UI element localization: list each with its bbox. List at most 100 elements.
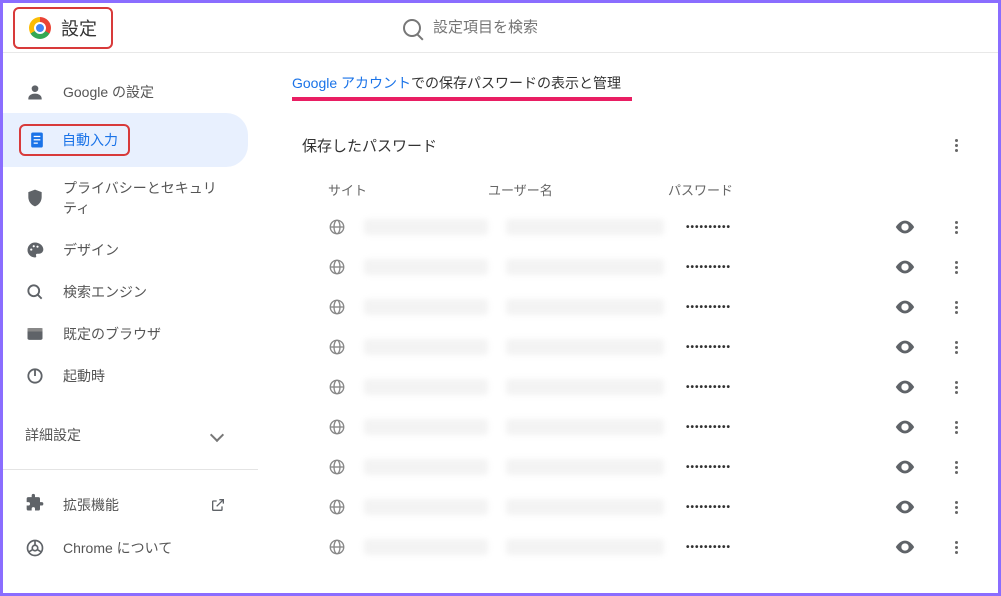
sidebar-divider bbox=[3, 469, 258, 470]
password-cell: •••••••••• bbox=[686, 462, 794, 473]
search-box[interactable] bbox=[403, 19, 988, 37]
user-cell bbox=[506, 259, 664, 275]
section-title: 保存したパスワード bbox=[302, 135, 437, 156]
search-input[interactable] bbox=[433, 19, 833, 36]
password-row[interactable]: •••••••••• bbox=[292, 407, 974, 447]
site-cell bbox=[364, 379, 488, 395]
sidebar-item-label: デザイン bbox=[63, 240, 119, 260]
password-row[interactable]: •••••••••• bbox=[292, 327, 974, 367]
power-icon bbox=[25, 366, 45, 386]
password-cell: •••••••••• bbox=[686, 502, 794, 513]
row-more-button[interactable] bbox=[948, 419, 964, 435]
sidebar-item-label: Google の設定 bbox=[63, 82, 154, 102]
site-cell bbox=[364, 259, 488, 275]
chevron-down-icon bbox=[210, 428, 224, 442]
sidebar-item-label: 起動時 bbox=[63, 366, 105, 386]
row-more-button[interactable] bbox=[948, 459, 964, 475]
site-cell bbox=[364, 539, 488, 555]
row-more-button[interactable] bbox=[948, 379, 964, 395]
password-cell: •••••••••• bbox=[686, 222, 794, 233]
sidebar-item-autofill[interactable]: 自動入力 bbox=[3, 113, 248, 167]
password-row[interactable]: •••••••••• bbox=[292, 287, 974, 327]
advanced-label: 詳細設定 bbox=[25, 425, 81, 445]
globe-icon bbox=[328, 418, 346, 436]
sidebar-advanced[interactable]: 詳細設定 bbox=[3, 413, 248, 457]
column-headers: サイト ユーザー名 パスワード bbox=[292, 156, 974, 207]
show-password-button[interactable] bbox=[894, 296, 916, 318]
show-password-button[interactable] bbox=[894, 416, 916, 438]
chrome-icon bbox=[25, 538, 45, 558]
globe-icon bbox=[328, 538, 346, 556]
globe-icon bbox=[328, 298, 346, 316]
google-account-link[interactable]: Google アカウントでの保存パスワードの表示と管理 bbox=[292, 73, 974, 93]
sidebar-item-about[interactable]: Chrome について bbox=[3, 527, 248, 569]
person-icon bbox=[25, 82, 45, 102]
show-password-button[interactable] bbox=[894, 496, 916, 518]
password-row[interactable]: •••••••••• bbox=[292, 367, 974, 407]
show-password-button[interactable] bbox=[894, 536, 916, 558]
show-password-button[interactable] bbox=[894, 376, 916, 398]
user-cell bbox=[506, 339, 664, 355]
sidebar-item-label: 既定のブラウザ bbox=[63, 324, 161, 344]
password-row[interactable]: •••••••••• bbox=[292, 487, 974, 527]
show-password-button[interactable] bbox=[894, 336, 916, 358]
autofill-highlight: 自動入力 bbox=[19, 124, 130, 156]
globe-icon bbox=[328, 458, 346, 476]
sidebar-item-default-browser[interactable]: 既定のブラウザ bbox=[3, 313, 248, 355]
main-content: Google アカウントでの保存パスワードの表示と管理 保存したパスワード サイ… bbox=[268, 53, 998, 593]
search-icon bbox=[403, 19, 421, 37]
user-cell bbox=[506, 299, 664, 315]
row-more-button[interactable] bbox=[948, 499, 964, 515]
password-row[interactable]: •••••••••• bbox=[292, 527, 974, 567]
section-more-button[interactable] bbox=[948, 138, 964, 154]
sidebar-item-privacy[interactable]: プライバシーとセキュリティ bbox=[3, 167, 248, 229]
globe-icon bbox=[328, 258, 346, 276]
sidebar-item-appearance[interactable]: デザイン bbox=[3, 229, 248, 271]
user-cell bbox=[506, 499, 664, 515]
chrome-logo-icon bbox=[29, 17, 51, 39]
sidebar-item-startup[interactable]: 起動時 bbox=[3, 355, 248, 397]
extension-icon bbox=[25, 493, 45, 516]
app-title: 設定 bbox=[61, 15, 97, 41]
site-cell bbox=[364, 459, 488, 475]
sidebar-item-search-engine[interactable]: 検索エンジン bbox=[3, 271, 248, 313]
globe-icon bbox=[328, 378, 346, 396]
user-cell bbox=[506, 379, 664, 395]
col-site: サイト bbox=[328, 180, 488, 199]
sidebar-item-label: プライバシーとセキュリティ bbox=[63, 178, 226, 218]
row-more-button[interactable] bbox=[948, 259, 964, 275]
password-cell: •••••••••• bbox=[686, 382, 794, 393]
password-row[interactable]: •••••••••• bbox=[292, 447, 974, 487]
google-account-link-rest: での保存パスワードの表示と管理 bbox=[411, 75, 621, 91]
site-cell bbox=[364, 499, 488, 515]
highlight-underline bbox=[292, 97, 632, 101]
site-cell bbox=[364, 299, 488, 315]
password-rows: •••••••••• •••••••••• •••••••••• •••••••… bbox=[292, 207, 974, 567]
password-row[interactable]: •••••••••• bbox=[292, 207, 974, 247]
sidebar-item-google-settings[interactable]: Google の設定 bbox=[3, 71, 248, 113]
row-more-button[interactable] bbox=[948, 219, 964, 235]
sidebar: Google の設定 自動入力 プライバシーとセキュリティ デザイン bbox=[3, 53, 268, 593]
row-more-button[interactable] bbox=[948, 339, 964, 355]
autofill-icon bbox=[27, 130, 47, 150]
row-more-button[interactable] bbox=[948, 299, 964, 315]
show-password-button[interactable] bbox=[894, 256, 916, 278]
open-external-icon bbox=[210, 497, 226, 513]
user-cell bbox=[506, 219, 664, 235]
col-user: ユーザー名 bbox=[488, 180, 668, 199]
app-title-highlight: 設定 bbox=[13, 7, 113, 49]
globe-icon bbox=[328, 218, 346, 236]
site-cell bbox=[364, 219, 488, 235]
about-label: Chrome について bbox=[63, 538, 172, 558]
password-cell: •••••••••• bbox=[686, 542, 794, 553]
show-password-button[interactable] bbox=[894, 456, 916, 478]
user-cell bbox=[506, 419, 664, 435]
sidebar-item-label: 検索エンジン bbox=[63, 282, 147, 302]
password-row[interactable]: •••••••••• bbox=[292, 247, 974, 287]
password-cell: •••••••••• bbox=[686, 302, 794, 313]
site-cell bbox=[364, 339, 488, 355]
row-more-button[interactable] bbox=[948, 539, 964, 555]
show-password-button[interactable] bbox=[894, 216, 916, 238]
browser-icon bbox=[25, 324, 45, 344]
sidebar-item-extensions[interactable]: 拡張機能 bbox=[3, 482, 248, 527]
